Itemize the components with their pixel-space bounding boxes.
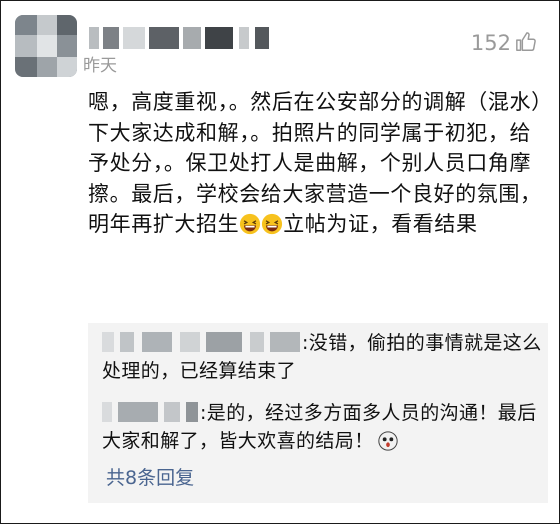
username-redacted[interactable] xyxy=(89,27,289,49)
replies-box: :没错，偷拍的事情就是这么处理的，已经算结束了 :是的，经过多方面多人员的沟通！… xyxy=(88,323,548,503)
reply-item[interactable]: :是的，经过多方面多人员的沟通！最后大家和解了，皆大欢喜的结局！ xyxy=(102,399,542,455)
view-more-replies-link[interactable]: 共8条回复 xyxy=(106,463,194,490)
reply-username-redacted[interactable] xyxy=(102,332,302,352)
grinning-squint-emoji-icon xyxy=(240,213,261,235)
grinning-squint-emoji-icon xyxy=(262,213,283,235)
surprised-face-emoji-icon xyxy=(377,431,398,451)
reply-username-redacted[interactable] xyxy=(102,402,200,422)
reply-item[interactable]: :没错，偷拍的事情就是这么处理的，已经算结束了 xyxy=(102,329,542,385)
comment-text: 嗯，高度重视，。然后在公安部分的调解（混水）下大家达成和解，。拍照片的同学属于初… xyxy=(88,87,548,240)
like-count: 152 xyxy=(470,31,511,55)
thumbs-up-icon[interactable] xyxy=(515,31,537,53)
comment-time: 昨天 xyxy=(83,56,117,76)
comment-tail-text: 立帖为证，看看结果 xyxy=(283,212,478,236)
avatar[interactable] xyxy=(15,15,77,77)
comment-card: 昨天 152 嗯，高度重视，。然后在公安部分的调解（混水）下大家达成和解，。拍照… xyxy=(0,0,560,524)
